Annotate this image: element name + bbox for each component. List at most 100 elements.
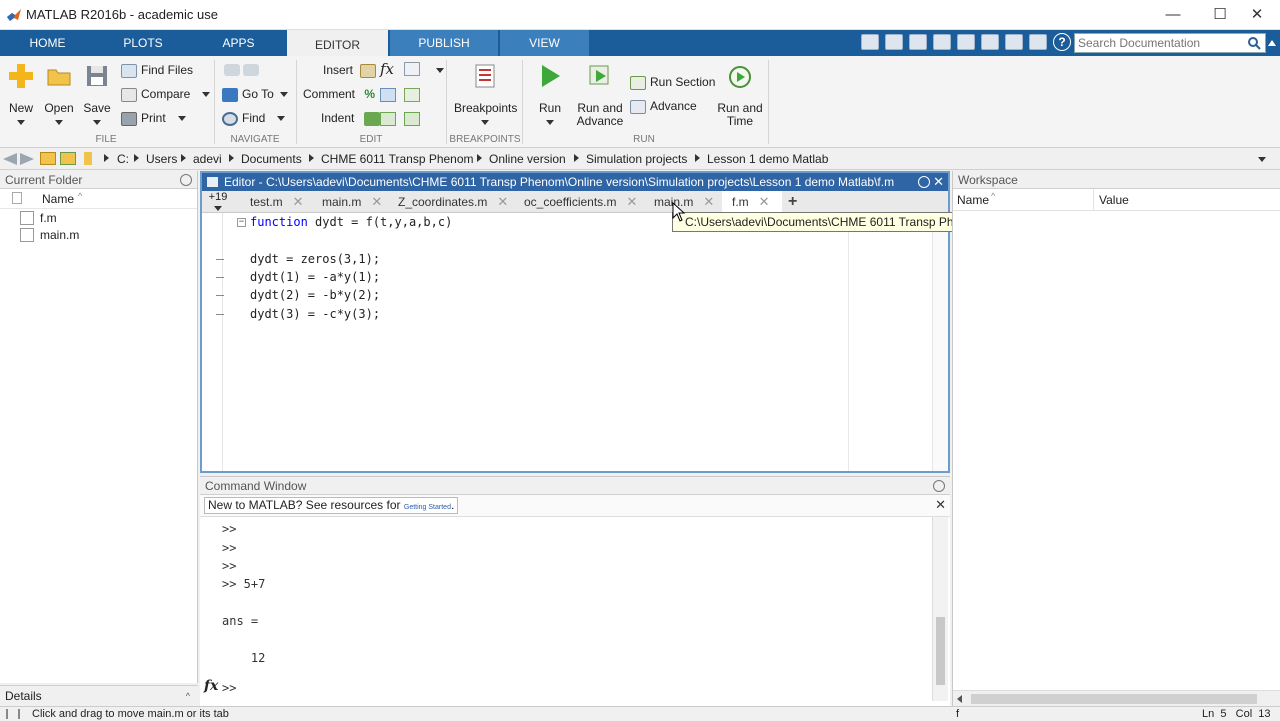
close-icon[interactable]: ✕ bbox=[371, 194, 382, 209]
run-and-advance-button[interactable]: Run and Advance bbox=[576, 62, 624, 128]
command-scrollbar[interactable] bbox=[932, 517, 948, 701]
close-button[interactable]: ✕ bbox=[1234, 4, 1280, 26]
close-icon[interactable]: ✕ bbox=[933, 173, 944, 191]
editor-tab[interactable]: Z_coordinates.m ✕ bbox=[390, 191, 514, 213]
function-browser-icon[interactable]: fx bbox=[204, 678, 218, 694]
minimize-button[interactable]: — bbox=[1150, 4, 1196, 26]
close-icon[interactable]: ✕ bbox=[703, 194, 714, 209]
breakpoint-marker[interactable] bbox=[216, 277, 224, 278]
address-segment[interactable]: adevi bbox=[193, 152, 222, 166]
comment-button[interactable]: Comment % bbox=[303, 84, 375, 104]
column-header-row: Name ^ bbox=[0, 189, 197, 209]
breakpoint-marker[interactable] bbox=[216, 259, 224, 260]
tab-editor[interactable]: EDITOR bbox=[287, 30, 388, 56]
paste-icon[interactable] bbox=[957, 34, 975, 50]
advance-button[interactable]: Advance bbox=[630, 96, 697, 116]
code-scrollbar[interactable] bbox=[932, 213, 948, 471]
tab-publish[interactable]: PUBLISH bbox=[390, 30, 498, 56]
browse-folder-icon[interactable] bbox=[60, 152, 76, 165]
print-button[interactable]: Print bbox=[121, 108, 186, 128]
getting-started-link[interactable]: Getting Started bbox=[404, 504, 451, 511]
function-fx-icon[interactable]: fx bbox=[380, 60, 394, 78]
find-button[interactable]: Find bbox=[222, 108, 286, 128]
help-icon[interactable]: ? bbox=[1053, 33, 1071, 51]
name-column-header[interactable]: Name bbox=[42, 192, 74, 206]
undo-icon[interactable] bbox=[981, 34, 999, 50]
up-folder-icon[interactable] bbox=[40, 152, 56, 165]
back-forward-icon[interactable] bbox=[224, 64, 264, 78]
copy-icon[interactable] bbox=[933, 34, 951, 50]
value-column-header[interactable]: Value bbox=[1099, 193, 1129, 207]
new-tab-button[interactable]: + bbox=[788, 191, 806, 213]
close-icon[interactable]: ✕ bbox=[627, 194, 638, 209]
compare-button[interactable]: Compare bbox=[121, 84, 211, 104]
close-icon[interactable]: ✕ bbox=[759, 194, 770, 209]
address-segment[interactable]: C: bbox=[117, 152, 129, 166]
run-button[interactable]: Run bbox=[532, 62, 568, 129]
command-output[interactable]: >> >> >> >> 5+7 ans = 12 fx >> bbox=[200, 517, 950, 701]
command-prompt[interactable]: >> bbox=[222, 681, 236, 695]
chevron-down-icon[interactable] bbox=[436, 68, 444, 73]
tab-plots[interactable]: PLOTS bbox=[95, 30, 191, 56]
search-icon[interactable] bbox=[1247, 36, 1261, 50]
new-button[interactable]: New bbox=[4, 62, 38, 129]
scroll-left-icon[interactable] bbox=[957, 695, 962, 703]
scrollbar-thumb[interactable] bbox=[936, 617, 945, 685]
run-section-button[interactable]: Run Section bbox=[630, 72, 715, 92]
forward-arrow-icon[interactable] bbox=[20, 153, 34, 165]
code-area[interactable]: − function dydt = f(t,y,a,b,c) dydt = ze… bbox=[202, 213, 948, 471]
tab-overflow[interactable]: +19 bbox=[207, 192, 229, 214]
address-segment[interactable]: Lesson 1 demo Matlab bbox=[707, 152, 828, 166]
find-files-button[interactable]: Find Files bbox=[121, 60, 193, 80]
close-icon[interactable]: ✕ bbox=[497, 194, 508, 209]
breakpoint-marker[interactable] bbox=[216, 314, 224, 315]
details-panel[interactable]: Details ^ bbox=[0, 685, 198, 706]
address-segment[interactable]: CHME 6011 Transp Phenom bbox=[321, 152, 474, 166]
panel-actions-icon[interactable] bbox=[918, 176, 930, 188]
layout-icon[interactable] bbox=[861, 34, 879, 50]
scrollbar-thumb[interactable] bbox=[971, 694, 1257, 704]
indent-button[interactable]: Indent bbox=[321, 108, 384, 128]
tab-apps[interactable]: APPS bbox=[191, 30, 286, 56]
name-column-header[interactable]: Name bbox=[957, 193, 989, 207]
address-dropdown-icon[interactable] bbox=[1258, 157, 1266, 162]
address-segment[interactable]: Simulation projects bbox=[586, 152, 687, 166]
workspace-horizontal-scrollbar[interactable] bbox=[953, 690, 1280, 706]
cut-icon[interactable] bbox=[909, 34, 927, 50]
function-template-icon[interactable] bbox=[404, 62, 420, 76]
address-segment[interactable]: Online version bbox=[489, 152, 566, 166]
increase-indent-icon[interactable] bbox=[380, 112, 396, 126]
address-segment[interactable]: Documents bbox=[241, 152, 302, 166]
close-icon[interactable]: ✕ bbox=[293, 194, 304, 209]
run-and-time-button[interactable]: Run and Time bbox=[716, 62, 764, 128]
open-button[interactable]: Open bbox=[42, 62, 76, 129]
search-documentation[interactable] bbox=[1074, 33, 1266, 53]
wrap-comments-icon[interactable] bbox=[404, 88, 420, 102]
address-segment[interactable]: Users bbox=[146, 152, 177, 166]
code-fold-icon[interactable]: − bbox=[237, 218, 246, 227]
list-item[interactable]: f.m bbox=[0, 209, 197, 226]
redo-icon[interactable] bbox=[1005, 34, 1023, 50]
tab-view[interactable]: VIEW bbox=[500, 30, 589, 56]
insert-button[interactable]: Insert bbox=[323, 60, 380, 80]
close-icon[interactable]: ✕ bbox=[935, 497, 946, 513]
go-to-button[interactable]: Go To bbox=[222, 84, 288, 104]
save-icon[interactable] bbox=[885, 34, 903, 50]
editor-tab[interactable]: main.m ✕ bbox=[314, 191, 388, 213]
ribbon-collapse-icon[interactable] bbox=[1268, 34, 1278, 52]
decrease-indent-icon[interactable] bbox=[404, 112, 420, 126]
search-input[interactable] bbox=[1075, 34, 1240, 52]
editor-tab[interactable]: test.m ✕ bbox=[242, 191, 312, 213]
panel-actions-icon[interactable] bbox=[933, 480, 945, 492]
editor-tab-active[interactable]: f.m ✕ bbox=[722, 191, 782, 213]
list-item[interactable]: main.m bbox=[0, 226, 197, 243]
back-arrow-icon[interactable] bbox=[3, 153, 17, 165]
breakpoint-marker[interactable] bbox=[216, 295, 224, 296]
breakpoints-button[interactable]: Breakpoints bbox=[454, 62, 517, 129]
tab-home[interactable]: HOME bbox=[0, 30, 95, 56]
switch-windows-icon[interactable] bbox=[1029, 34, 1047, 50]
panel-actions-icon[interactable] bbox=[180, 174, 192, 186]
uncomment-icon[interactable] bbox=[380, 88, 396, 102]
save-button[interactable]: Save bbox=[80, 62, 114, 129]
editor-tab[interactable]: oc_coefficients.m ✕ bbox=[516, 191, 644, 213]
